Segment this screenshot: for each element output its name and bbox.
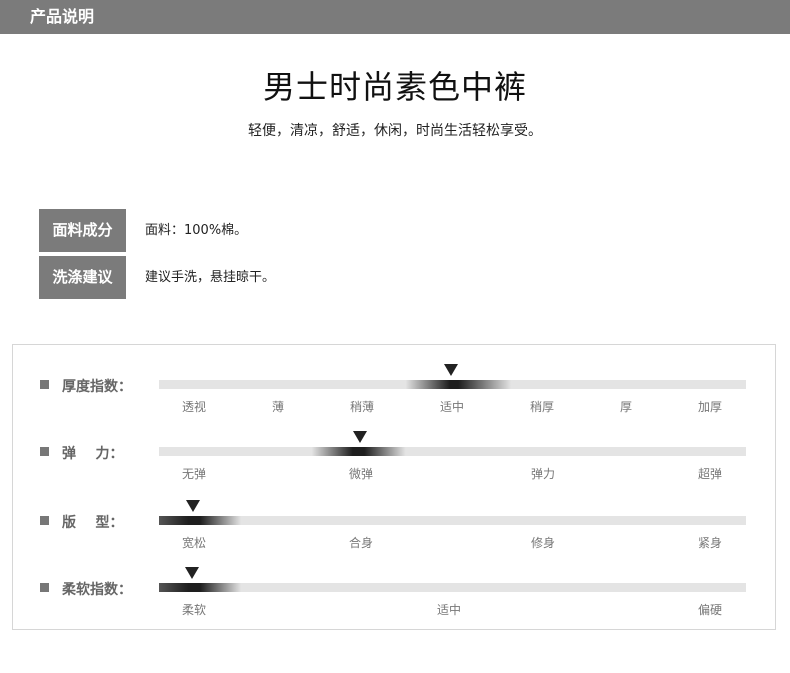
tick-label: 合身 xyxy=(348,536,374,550)
tick-label: 无弹 xyxy=(181,467,207,481)
tick-label: 稍厚 xyxy=(529,400,555,414)
section-header-bar: 产品说明 xyxy=(0,0,790,34)
tick-label: 修身 xyxy=(530,536,556,550)
tick-label: 加厚 xyxy=(697,400,723,414)
tick-label: 稍薄 xyxy=(349,400,375,414)
product-subtitle: 轻便，清凉，舒适，休闲，时尚生活轻松享受。 xyxy=(248,123,542,139)
bullet-icon xyxy=(40,380,49,389)
tick-label: 适中 xyxy=(439,400,465,414)
marker-icon xyxy=(185,567,199,579)
indicator-panel: 厚度指数： 透视 薄 稍薄 适中 稍厚 厚 加厚 弹 力： 无弹 微弹 弹力 超… xyxy=(12,344,776,630)
bullet-icon xyxy=(40,516,49,525)
indicator-label: 柔软指数： xyxy=(62,582,132,598)
indicator-track xyxy=(159,516,746,525)
indicator-track xyxy=(159,583,746,592)
tick-label: 超弹 xyxy=(697,467,723,481)
indicator-label: 版 型： xyxy=(62,515,124,531)
product-title: 男士时尚素色中裤 xyxy=(262,68,527,106)
spec-value: 面料：100%棉。 xyxy=(145,223,248,238)
bullet-icon xyxy=(40,447,49,456)
indicator-track xyxy=(159,447,746,456)
tick-label: 紧身 xyxy=(697,536,723,550)
tick-label: 弹力 xyxy=(530,467,556,481)
spec-label: 面料成分 xyxy=(39,209,126,252)
marker-icon xyxy=(353,431,367,443)
tick-label: 宽松 xyxy=(181,536,207,550)
marker-icon xyxy=(186,500,200,512)
tick-label: 微弹 xyxy=(348,467,374,481)
tick-label: 薄 xyxy=(271,400,285,414)
tick-label: 透视 xyxy=(181,400,207,414)
indicator-track xyxy=(159,380,746,389)
indicator-label: 厚度指数： xyxy=(62,379,132,395)
marker-icon xyxy=(444,364,458,376)
bullet-icon xyxy=(40,583,49,592)
spec-label: 洗涤建议 xyxy=(39,256,126,299)
tick-label: 适中 xyxy=(436,603,462,617)
section-title: 产品说明 xyxy=(30,7,95,26)
tick-label: 厚 xyxy=(619,400,633,414)
spec-value: 建议手洗，悬挂晾干。 xyxy=(145,270,276,285)
tick-label: 柔软 xyxy=(181,603,207,617)
tick-label: 偏硬 xyxy=(697,603,723,617)
indicator-label: 弹 力： xyxy=(62,446,124,462)
